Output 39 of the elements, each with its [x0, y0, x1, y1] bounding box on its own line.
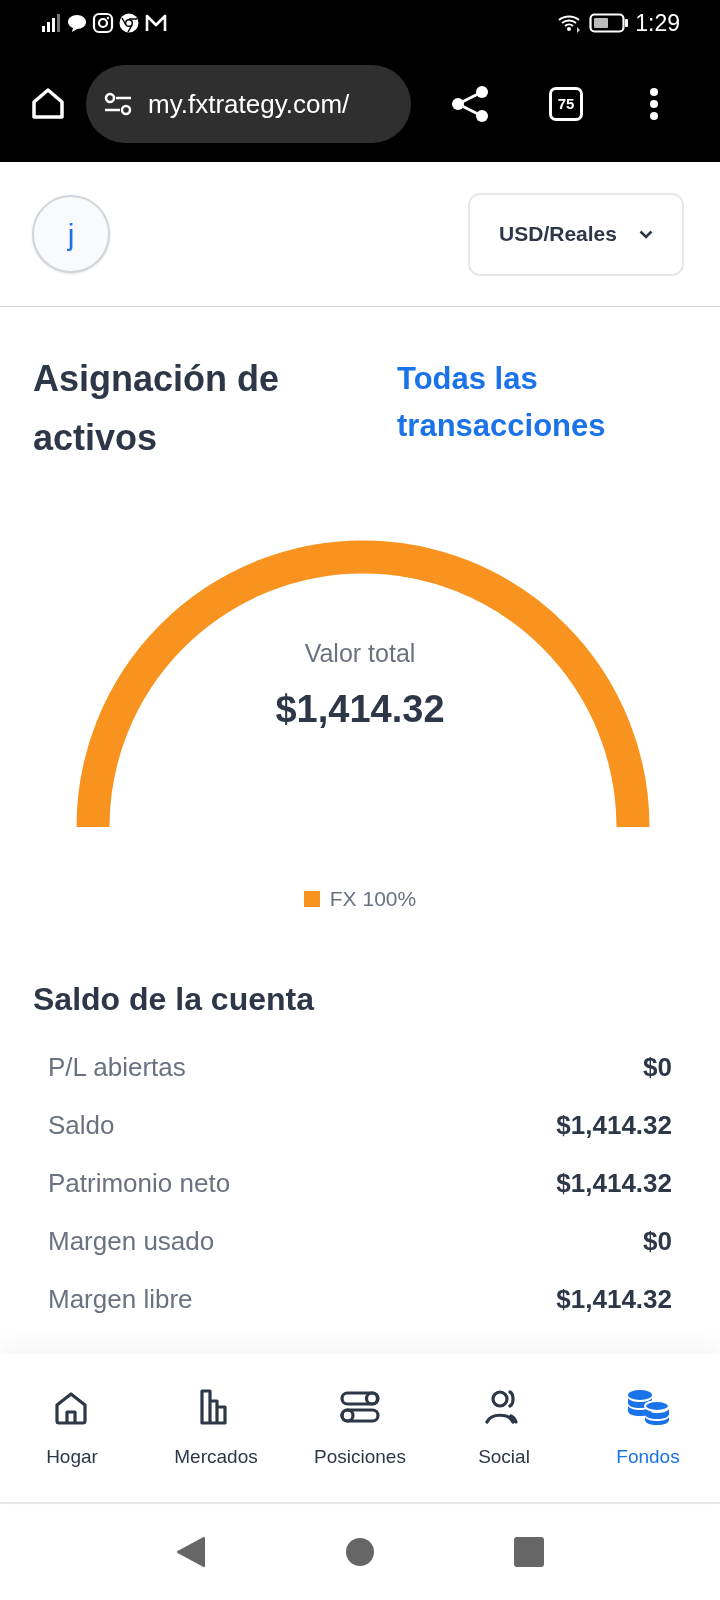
balance-label: Margen libre [48, 1282, 193, 1316]
balance-value: $1,414.32 [556, 1166, 672, 1200]
camera-icon [92, 12, 114, 34]
browser-logo-icon [118, 12, 140, 34]
avatar[interactable]: j [32, 195, 110, 273]
balance-value: $0 [643, 1224, 672, 1258]
more-icon[interactable] [649, 87, 659, 121]
tab-count-button[interactable]: 75 [549, 87, 583, 121]
balance-label: Patrimonio neto [48, 1166, 231, 1200]
back-icon[interactable] [176, 1536, 206, 1568]
clock-time: 1:29 [635, 8, 680, 38]
nav-tab[interactable]: Social [432, 1384, 576, 1472]
battery-icon [589, 12, 630, 34]
total-value-label: Valor total [304, 638, 416, 669]
section-title: Asignación de activos [33, 357, 281, 460]
currency-dropdown[interactable]: USD/Reales [468, 192, 684, 276]
balance-label: Margen usado [48, 1224, 215, 1258]
legend-label: FX 100% [329, 886, 417, 912]
nav-tab[interactable]: Posiciones [288, 1384, 432, 1472]
total-value: $1,414.32 [275, 686, 445, 732]
share-icon[interactable] [449, 83, 491, 125]
nav-tab[interactable]: Mercados [144, 1384, 288, 1472]
chat-bubble-icon [66, 12, 88, 34]
home-circle-icon[interactable] [346, 1538, 374, 1566]
url-text: my.fxtrategy.com/ [148, 87, 350, 121]
balance-value: $0 [643, 1050, 672, 1084]
balance-value: $1,414.32 [556, 1282, 672, 1316]
all-transactions-link[interactable]: Todas las transacciones [397, 355, 687, 467]
nav-tab[interactable]: Hogar [0, 1384, 144, 1472]
chevron-down-icon [638, 229, 653, 239]
nav-tab[interactable]: Fondos [576, 1384, 720, 1472]
mail-icon [144, 12, 168, 34]
balance-label: P/L abiertas [48, 1050, 186, 1084]
signal-icon [40, 13, 62, 33]
address-bar[interactable]: my.fxtrategy.com/ [86, 65, 411, 143]
balance-label: Saldo [48, 1108, 115, 1142]
balance-value: $1,414.32 [556, 1108, 672, 1142]
tune-icon[interactable] [102, 90, 134, 118]
section-title: Saldo de la cuenta [32, 979, 316, 1019]
